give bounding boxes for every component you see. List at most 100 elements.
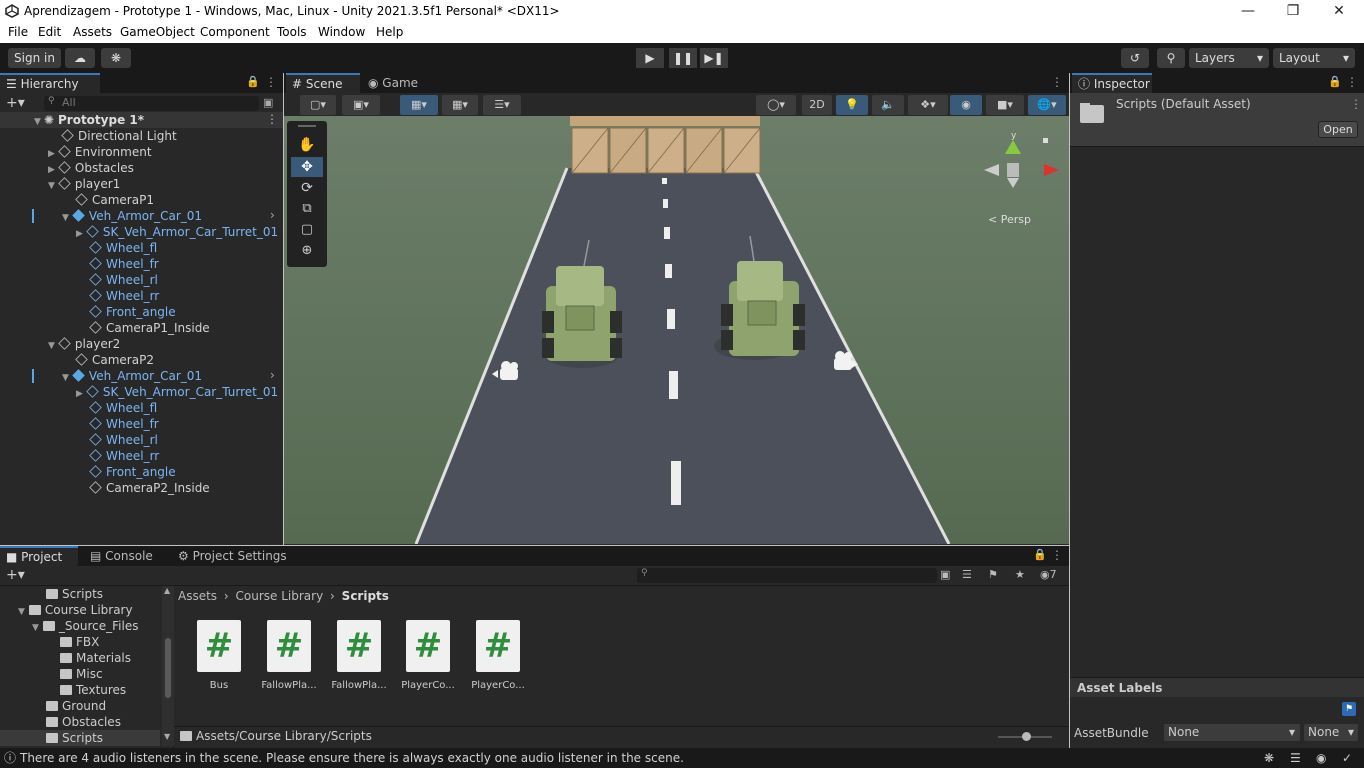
filter-icon[interactable]: ☰ [962,568,972,581]
step-button[interactable]: ▶❚ [700,48,728,68]
hierarchy-item[interactable]: Front_angle [89,304,176,320]
hierarchy-item[interactable]: Wheel_fr [89,256,159,272]
move-tool-icon[interactable]: ✥ [291,157,323,177]
label-filter-icon[interactable]: ⚑ [988,568,998,581]
more-icon[interactable]: ⋮ [1051,75,1063,89]
effects-dropdown[interactable]: ❖▾ [908,95,948,115]
collab-icon[interactable]: ❋ [101,48,131,68]
hierarchy-item[interactable]: Wheel_rl [89,272,158,288]
breadcrumb-item-current[interactable]: Scripts [342,589,389,603]
asset-bundle-dropdown[interactable]: None ▾ [1164,724,1300,741]
2d-toggle[interactable]: 2D [802,95,832,115]
project-search-input[interactable]: ⚲ [637,568,937,583]
asset-item[interactable]: # FallowPla... [259,620,319,691]
tree-item[interactable]: ▼ _Source_Files [32,618,138,634]
debug-icon[interactable]: ❋ [1264,748,1274,768]
status-message[interactable]: There are 4 audio listeners in the scene… [20,748,684,768]
hierarchy-item[interactable]: Wheel_rr [89,448,159,464]
asset-item[interactable]: # FallowPla... [329,620,389,691]
hierarchy-item[interactable]: ▼ player2 [48,336,120,352]
tree-item[interactable]: ▼ Course Library [18,602,133,618]
search-options-icon[interactable]: ▣ [263,96,273,109]
visibility-toggle-icon[interactable]: ◉ [950,95,982,115]
hierarchy-item[interactable]: Directional Light [61,128,177,144]
projection-label[interactable]: < Persp [988,213,1031,226]
hierarchy-item[interactable]: ▶ SK_Veh_Armor_Car_Turret_01 [76,224,278,240]
scene-more-icon[interactable]: ⋮ [266,112,278,126]
add-icon[interactable]: +▾ [6,95,25,111]
menu-tools[interactable]: Tools [277,25,307,39]
asset-item[interactable]: # PlayerCo... [468,620,528,691]
tab-project[interactable]: ■ Project [0,546,78,566]
menu-gameobject[interactable]: GameObject [120,25,195,39]
tree-item[interactable]: Ground [46,698,106,714]
layers-status-icon[interactable]: ☰ [1290,748,1301,768]
more-icon[interactable]: ⋮ [1051,548,1063,562]
minimize-button[interactable]: — [1225,0,1271,23]
tree-item[interactable]: FBX [60,634,99,650]
hierarchy-item[interactable]: ▼ player1 [48,176,120,192]
menu-assets[interactable]: Assets [73,25,112,39]
tool-palette-handle[interactable] [298,125,316,127]
search-by-type-icon[interactable]: ▣ [940,568,950,581]
history-icon[interactable]: ↺ [1121,48,1149,68]
tree-item[interactable]: Scripts [46,586,103,602]
chevron-right-icon[interactable]: › [270,208,275,222]
breadcrumb-item[interactable]: Course Library [236,589,324,603]
asset-variant-dropdown[interactable]: None ▾ [1304,724,1358,741]
hierarchy-item[interactable]: ▼ Veh_Armor_Car_01 [62,208,202,224]
shading-dropdown[interactable]: ◯▾ [756,95,796,115]
zoom-slider-handle[interactable] [1022,732,1031,741]
restore-button[interactable]: ❐ [1270,0,1316,23]
add-icon[interactable]: +▾ [6,567,25,583]
favorite-icon[interactable]: ★ [1015,568,1025,581]
hierarchy-item[interactable]: Wheel_fr [89,416,159,432]
pause-button[interactable]: ❚❚ [669,48,697,68]
scene-viewport[interactable]: y ✋ ✥ ⟳ ⧉ ▢ ⊕ < Persp [284,116,1069,544]
hierarchy-item[interactable]: Wheel_fl [89,400,157,416]
lock-icon[interactable]: 🔒 [1033,548,1047,561]
sign-in-button[interactable]: Sign in [8,48,61,68]
hierarchy-scene-row[interactable]: ▼ ✺ Prototype 1* [34,112,144,128]
tab-scene[interactable]: # Scene [286,73,360,93]
label-tag-icon[interactable]: ⚑ [1342,702,1356,716]
tab-console[interactable]: ▤ Console [84,546,168,566]
menu-edit[interactable]: Edit [38,25,61,39]
hierarchy-search-input[interactable]: ⚲ All [44,96,259,111]
scroll-down-icon[interactable]: ▼ [164,732,170,741]
lock-icon[interactable]: 🔒 [1328,75,1342,88]
lock-icon[interactable]: 🔒 [246,75,260,88]
tree-item[interactable]: Obstacles [46,714,121,730]
layout-dropdown[interactable]: Layout ▾ [1273,48,1355,68]
hierarchy-item[interactable]: ▶ SK_Veh_Armor_Car_Turret_01 [76,384,278,400]
search-icon[interactable]: ⚲ [1157,48,1185,68]
audio-toggle-icon[interactable]: 🔈 [872,95,904,115]
menu-window[interactable]: Window [318,25,365,39]
hierarchy-item[interactable]: Wheel_fl [89,240,157,256]
tree-item[interactable]: Misc [60,666,103,682]
breadcrumb-item[interactable]: Assets [178,589,217,603]
layers-dropdown[interactable]: Layers ▾ [1189,48,1269,68]
hierarchy-item[interactable]: CameraP1 [75,192,154,208]
grid-dropdown[interactable]: ▦▾ [442,95,478,115]
tree-item[interactable]: Textures [60,682,126,698]
tree-item-selected[interactable]: Scripts [46,730,103,746]
tab-game[interactable]: ◉ Game [362,73,432,93]
asset-item[interactable]: # PlayerCo... [398,620,458,691]
gizmos-dropdown[interactable]: 🌐▾ [1028,95,1066,115]
tab-hierarchy[interactable]: ☰ Hierarchy [0,73,100,93]
auto-generate-icon[interactable]: ◉ [1316,748,1326,768]
hierarchy-item[interactable]: ▼ Veh_Armor_Car_01 [62,368,202,384]
chevron-right-icon[interactable]: › [270,368,275,382]
tree-scrollbar[interactable]: ▲ ▼ [162,586,174,746]
more-icon[interactable]: ⋮ [1346,75,1358,89]
hierarchy-item[interactable]: Wheel_rr [89,288,159,304]
more-icon[interactable]: ⋮ [265,75,277,89]
hidden-packages-icon[interactable]: ◉7 [1040,568,1057,581]
cloud-icon[interactable]: ☁ [65,48,95,68]
scrollbar-thumb[interactable] [165,638,171,698]
open-button[interactable]: Open [1318,121,1358,138]
hierarchy-item[interactable]: CameraP1_Inside [89,320,210,336]
menu-component[interactable]: Component [200,25,270,39]
hierarchy-item[interactable]: Front_angle [89,464,176,480]
